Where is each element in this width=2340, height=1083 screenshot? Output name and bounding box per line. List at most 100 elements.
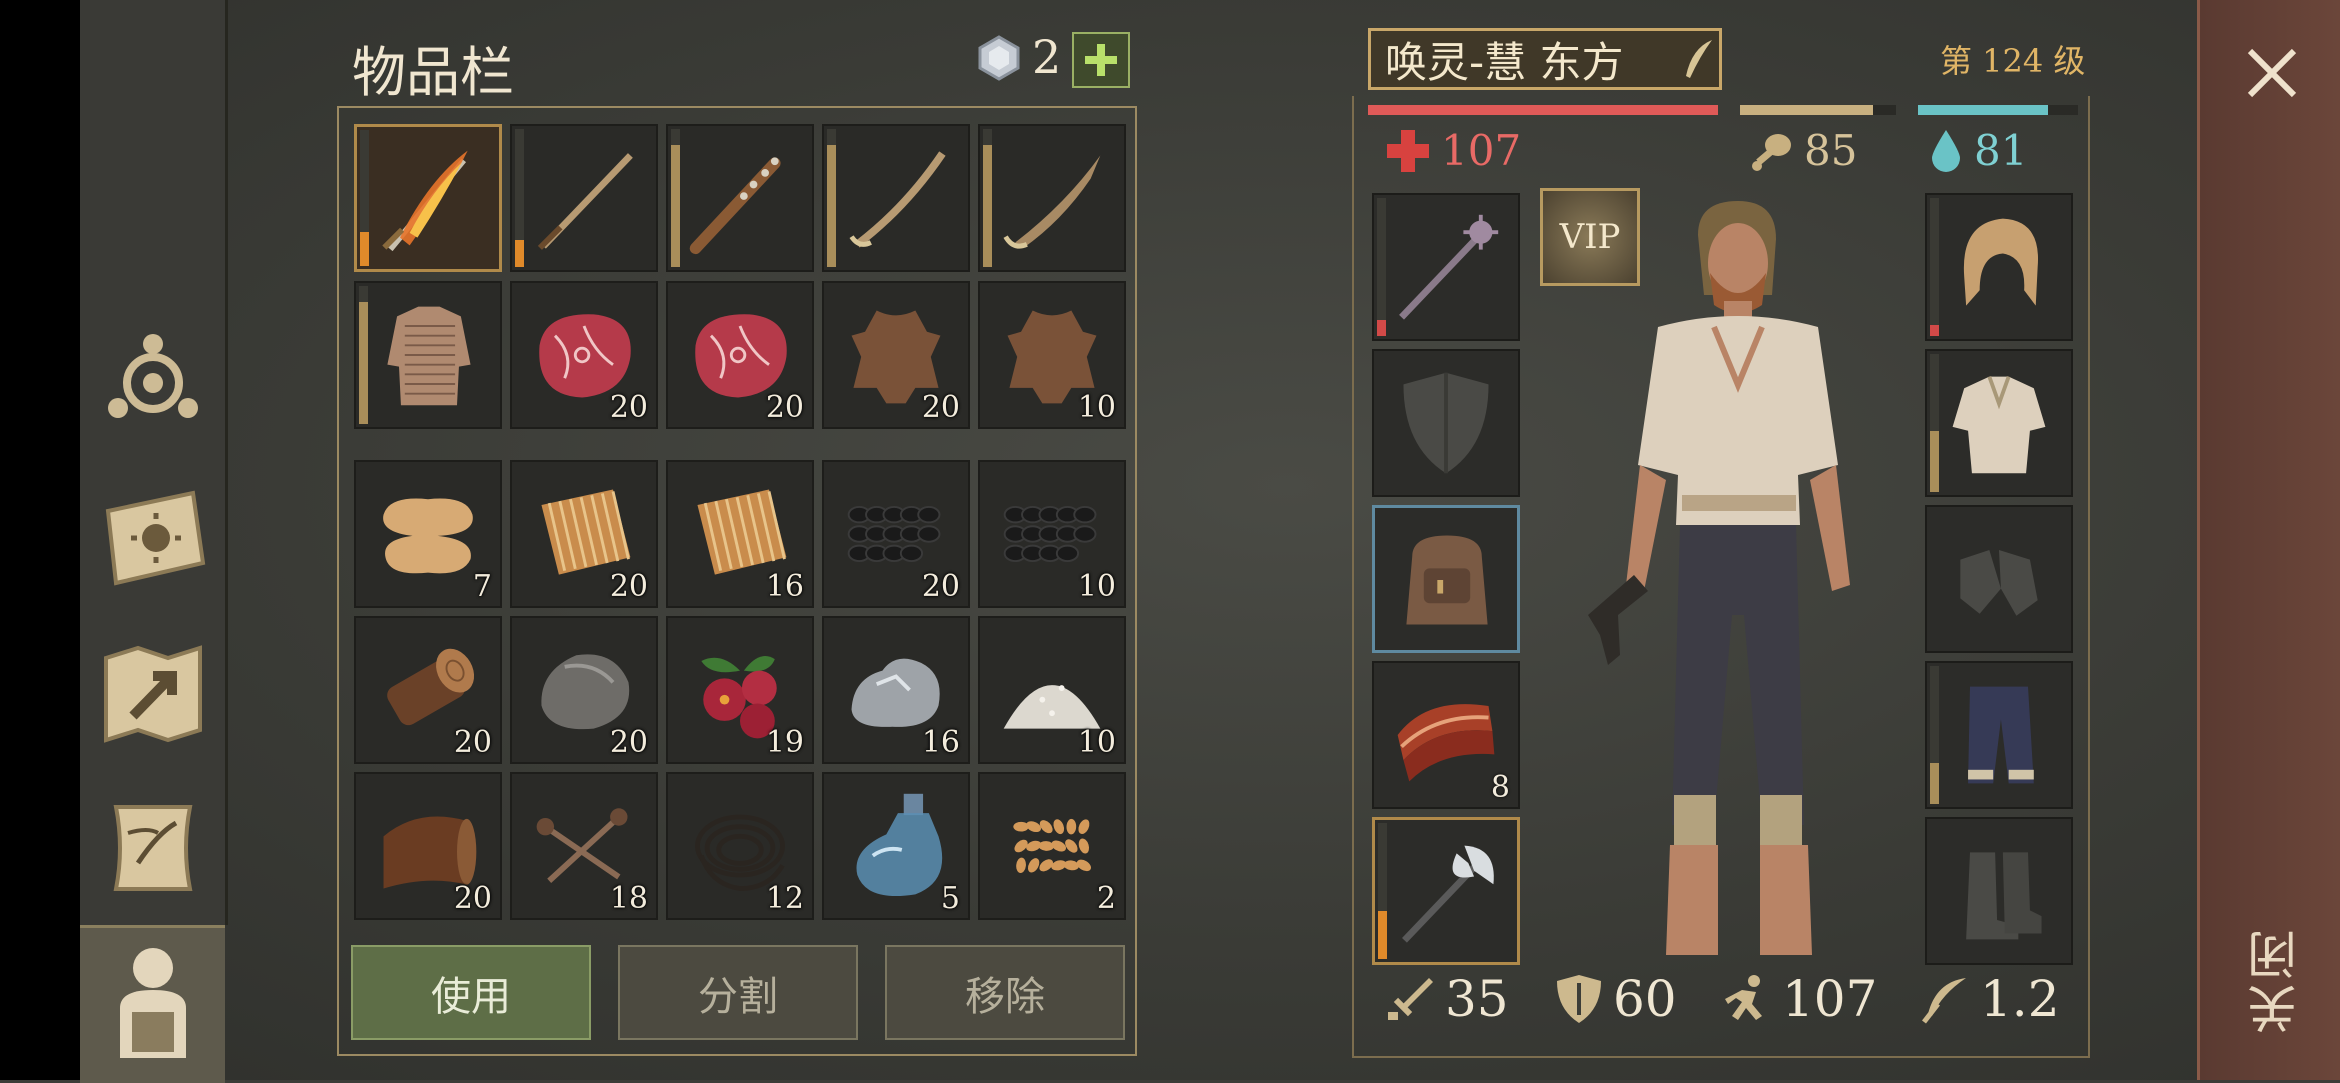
inventory-slot-rope[interactable]: 12 [666,772,814,920]
water-bottle-icon [856,793,943,897]
item-count: 16 [765,569,804,604]
item-count: 16 [921,725,960,760]
inventory-slot-flaming-sword[interactable] [354,124,502,272]
gem-count: 2 [1032,30,1062,84]
character-backpack-icon [120,948,186,1058]
speed-stat: 107 [1722,970,1877,1028]
item-count: 10 [1077,390,1116,425]
inventory-slot-cloth[interactable]: 7 [354,460,502,608]
inventory-slot-long-sword[interactable] [510,124,658,272]
equip-right-gloves-empty[interactable] [1925,505,2073,653]
sidebar-tab-crafting[interactable] [90,785,215,910]
inventory-slot-salt[interactable]: 10 [978,616,1126,764]
close-button[interactable] [2232,38,2312,108]
seeds-icon [1013,818,1091,874]
inventory-slot-leather[interactable]: 20 [354,772,502,920]
durability-bar [983,144,992,267]
item-count: 2 [1096,881,1116,916]
water-bar [1918,105,2078,115]
battle-axe-icon [1402,845,1494,943]
inventory-slot-stone[interactable]: 20 [510,616,658,764]
inventory-slot-animal-hide[interactable]: 10 [978,281,1126,429]
equip-right-boots-empty[interactable] [1925,817,2073,965]
durability-track [1377,198,1386,336]
bacon-icon [1397,704,1495,782]
equip-right-hood[interactable] [1925,193,2073,341]
character-level: 第 124 级 [1940,42,2086,80]
speed-value: 107 [1782,970,1878,1028]
food-value: 85 [1804,126,1858,175]
defense-value: 60 [1613,970,1677,1028]
equip-left-shield-empty[interactable] [1372,349,1520,497]
split-button[interactable]: 分割 [618,945,858,1040]
add-gems-button[interactable] [1072,32,1130,88]
hood-icon [1963,218,2039,306]
durability-bar [1930,430,1939,492]
character-name[interactable]: 唤灵-慧 东方 [1368,28,1722,90]
inventory-slot-machete[interactable] [978,124,1126,272]
inventory-slot-berries[interactable]: 19 [666,616,814,764]
equip-right-shirt[interactable] [1925,349,2073,497]
sidebar-tab-skills[interactable] [90,320,215,445]
inventory-slot-saber[interactable] [822,124,970,272]
health-bar [1368,105,1718,115]
inventory-slot-coal[interactable]: 10 [978,460,1126,608]
item-count: 12 [765,881,804,916]
durability-bar [1930,763,1939,804]
food-drumstick-icon [1752,133,1791,171]
item-count: 18 [609,881,648,916]
inventory-slot-wood-log[interactable]: 20 [354,616,502,764]
shield-icon [1557,975,1601,1023]
sidebar-tab-map[interactable] [90,630,215,755]
mace-icon [1399,214,1499,320]
durability-bar [827,144,836,267]
inventory-slot-fiber[interactable]: 16 [666,460,814,608]
close-label[interactable]: 关闭 [2240,920,2305,1040]
remove-button[interactable]: 移除 [885,945,1125,1040]
inventory-slot-water-bottle[interactable]: 5 [822,772,970,920]
item-count: 20 [921,390,960,425]
water-drop-icon [1932,129,1960,172]
sidebar-tab-inventory[interactable] [80,925,225,1083]
close-icon [2247,48,2297,98]
cloth-icon [383,498,473,574]
sidebar [80,0,228,925]
backpack-icon [1406,535,1488,625]
inventory-slot-animal-hide[interactable]: 20 [822,281,970,429]
item-count: 20 [609,390,648,425]
durability-bar [359,301,368,424]
machete-icon [1003,155,1101,249]
character-model [1588,201,1850,955]
feather-icon [1922,978,1966,1024]
character-name-text: 唤灵-慧 东方 [1385,37,1624,87]
equip-left-mace[interactable] [1372,193,1520,341]
inventory-slot-nails[interactable]: 18 [510,772,658,920]
inventory-slot-fiber[interactable]: 20 [510,460,658,608]
sidebar-tab-journal[interactable] [90,475,215,600]
equip-right-pants[interactable] [1925,661,2073,809]
inventory-slot-coal[interactable]: 20 [822,460,970,608]
inventory-slot-raw-meat[interactable]: 20 [666,281,814,429]
durability-bar [515,239,524,267]
equip-left-battle-axe[interactable] [1372,817,1520,965]
shirt-icon [1952,375,2046,474]
defense-stat: 60 [1555,970,1677,1028]
health-stat: 107 [1385,126,1521,175]
water-stat: 81 [1928,126,2027,175]
screen-edge [0,0,80,1080]
long-sword-icon [537,153,633,250]
inventory-slot-chainmail-shirt[interactable] [354,281,502,429]
item-count: 20 [765,390,804,425]
shield-empty-icon [1403,372,1489,474]
edit-name-icon[interactable] [1680,38,1716,82]
equip-left-backpack[interactable] [1372,505,1520,653]
scroll-icon [113,804,192,891]
use-button[interactable]: 使用 [351,945,591,1040]
health-cross-icon [1387,129,1429,172]
equip-left-bacon[interactable]: 8 [1372,661,1520,809]
inventory-slot-iron-ore[interactable]: 16 [822,616,970,764]
inventory-slot-seeds[interactable]: 2 [978,772,1126,920]
inventory-slot-spiked-club[interactable] [666,124,814,272]
inventory-slot-raw-meat[interactable]: 20 [510,281,658,429]
close-panel [2197,0,2340,1080]
